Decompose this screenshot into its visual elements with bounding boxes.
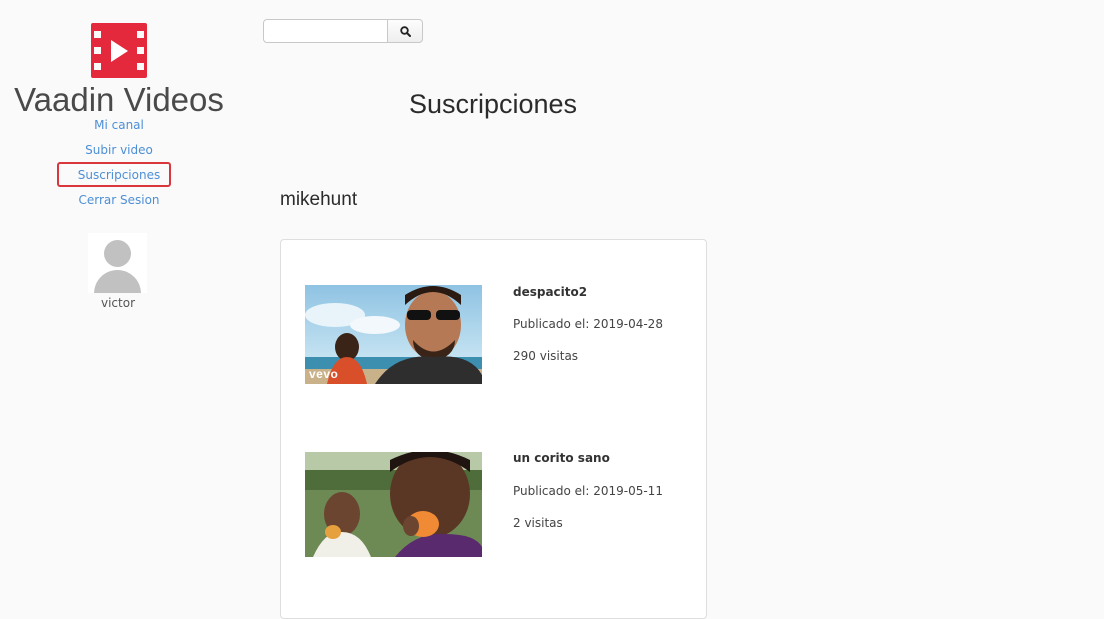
nav-link-mi-canal[interactable]: Mi canal	[0, 117, 238, 133]
search-icon	[400, 26, 411, 37]
film-perforation	[94, 47, 101, 54]
videos-panel: vevo despacito2 Publicado el: 2019-04-28…	[280, 239, 707, 619]
video-thumbnail[interactable]: vevo	[305, 285, 482, 384]
username-label: victor	[100, 296, 135, 310]
video-title[interactable]: un corito sano	[513, 451, 610, 465]
user-avatar[interactable]	[88, 233, 147, 293]
page-title: Suscripciones	[408, 89, 578, 119]
avatar-head-shape	[104, 240, 131, 267]
nav-link-suscripciones[interactable]: Suscripciones	[0, 167, 238, 183]
video-published-date: Publicado el: 2019-04-28	[513, 317, 663, 331]
app-title: Vaadin Videos	[14, 81, 224, 118]
search-button[interactable]	[387, 19, 423, 43]
film-perforation	[137, 31, 144, 38]
channel-name[interactable]: mikehunt	[280, 189, 357, 211]
video-thumbnail-image	[305, 452, 482, 557]
film-perforation	[137, 63, 144, 70]
video-title[interactable]: despacito2	[513, 285, 587, 299]
film-perforation	[94, 63, 101, 70]
search-input[interactable]	[263, 19, 388, 43]
film-perforation	[137, 47, 144, 54]
app-logo[interactable]	[91, 23, 147, 78]
video-view-count: 2 visitas	[513, 516, 563, 530]
nav-link-subir-video[interactable]: Subir video	[0, 142, 238, 158]
video-published-date: Publicado el: 2019-05-11	[513, 484, 663, 498]
play-icon	[111, 40, 128, 62]
vevo-watermark: vevo	[309, 367, 339, 381]
nav-link-cerrar-sesion[interactable]: Cerrar Sesion	[0, 192, 238, 208]
avatar-body-shape	[94, 270, 141, 293]
video-thumbnail[interactable]	[305, 452, 482, 557]
film-perforation	[94, 31, 101, 38]
video-view-count: 290 visitas	[513, 349, 579, 363]
